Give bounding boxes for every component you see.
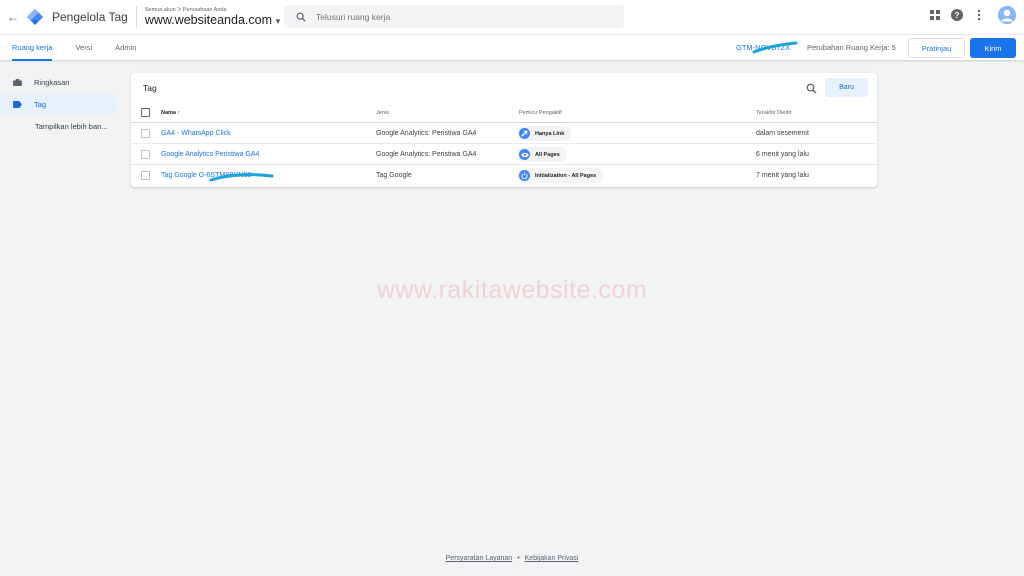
tag-type: Google Analytics: Peristiwa GA4 [376, 130, 477, 137]
tag-name-link[interactable]: Tag Google G-6STM8BKN83 [161, 172, 251, 179]
workspace-changes: Perubahan Ruang Kerja: 5 [807, 43, 896, 52]
container-id-link[interactable]: GTM-NOVB7ZX [736, 43, 790, 52]
power-icon [519, 170, 530, 181]
search-input[interactable] [316, 11, 596, 22]
last-edited: 6 menit yang lalu [756, 151, 809, 158]
footer: Persyaratan Layanan • Kebijakan Privasi [0, 555, 1024, 562]
link-icon [519, 128, 530, 139]
privacy-link[interactable]: Kebijakan Privasi [525, 555, 579, 562]
sidebar-item-label: Ringkasan [34, 78, 70, 87]
tab-versions[interactable]: Versi [75, 35, 92, 61]
table-row[interactable]: GA4 - WhatsApp Click Google Analytics: P… [131, 123, 877, 144]
footer-separator: • [517, 555, 520, 562]
sidebar-item-label: Tag [34, 100, 47, 109]
tags-card: Tag Baru Nama ↑ Jenis Pemicu Pengaktif T… [131, 73, 877, 187]
sort-arrow-icon: ↑ [177, 110, 181, 116]
briefcase-icon [13, 79, 22, 86]
sidebar-item-overview[interactable]: Ringkasan [0, 72, 120, 93]
eye-icon [519, 149, 530, 160]
last-edited: dalam sesemenit [756, 130, 809, 137]
workspace-changes-count: 5 [891, 43, 896, 52]
caret-down-icon: ▼ [274, 17, 282, 26]
help-icon[interactable]: ? [950, 8, 964, 22]
select-all-checkbox[interactable] [141, 108, 150, 117]
sidebar-item-tags[interactable]: Tag [0, 94, 118, 115]
row-checkbox[interactable] [141, 150, 150, 159]
tab-admin[interactable]: Admin [115, 35, 136, 61]
tab-workspace[interactable]: Ruang kerja [12, 35, 53, 61]
column-header-edited[interactable]: Terakhir Diedit [756, 110, 791, 116]
preview-button[interactable]: Pratinjau [908, 38, 965, 58]
trigger-label: Initialization - All Pages [535, 172, 597, 179]
search-icon [296, 12, 306, 22]
back-arrow-icon[interactable]: ← [4, 10, 22, 24]
tag-name-link[interactable]: Google Analytics Peristiwa GA4 [161, 151, 259, 158]
search-icon[interactable] [806, 83, 817, 94]
sidebar: Ringkasan Tag Tampilkan lebih ban... [0, 72, 120, 138]
column-header-type[interactable]: Jenis [376, 110, 389, 116]
trigger-chip[interactable]: Initialization - All Pages [517, 168, 604, 183]
account-selector[interactable]: Semua akun ᐳ Perusahaan Anda www.website… [145, 7, 282, 27]
submit-button[interactable]: Kirim [970, 38, 1016, 58]
tag-manager-logo [26, 8, 44, 26]
container-name[interactable]: www.websiteanda.com ▼ [145, 13, 282, 27]
column-header-name[interactable]: Nama ↑ [161, 110, 180, 116]
trigger-label: Hanya Link [535, 130, 565, 137]
trigger-label: All Pages [535, 151, 560, 158]
new-tag-button[interactable]: Baru [825, 78, 868, 97]
row-checkbox[interactable] [141, 171, 150, 180]
row-checkbox[interactable] [141, 129, 150, 138]
account-avatar[interactable] [998, 6, 1016, 24]
workspace-tabs: Ruang kerja Versi Admin [12, 35, 159, 61]
svg-text:?: ? [955, 11, 960, 20]
tag-type: Tag Google [376, 172, 412, 179]
tag-name-link[interactable]: GA4 - WhatsApp Click [161, 130, 231, 137]
table-row[interactable]: Google Analytics Peristiwa GA4 Google An… [131, 144, 877, 165]
last-edited: 7 menit yang lalu [756, 172, 809, 179]
card-title: Tag [143, 83, 157, 93]
header-actions: ? [928, 6, 1016, 24]
more-vert-icon[interactable] [972, 8, 986, 22]
watermark: www.rakitawebsite.com [376, 276, 648, 304]
trigger-chip[interactable]: All Pages [517, 147, 567, 162]
tag-icon [13, 101, 22, 108]
top-app-bar: ← Pengelola Tag Semua akun ᐳ Perusahaan … [0, 0, 1024, 34]
table-row[interactable]: Tag Google G-6STM8BKN83 Tag Google Initi… [131, 165, 877, 186]
table-header: Nama ↑ Jenis Pemicu Pengaktif Terakhir D… [131, 104, 877, 123]
workspace-search-bar[interactable] [284, 5, 624, 28]
terms-link[interactable]: Persyaratan Layanan [446, 555, 513, 562]
column-header-trigger[interactable]: Pemicu Pengaktif [519, 110, 562, 116]
tag-type: Google Analytics: Peristiwa GA4 [376, 151, 477, 158]
workspace-bar: Ruang kerja Versi Admin GTM-NOVB7ZX Peru… [0, 34, 1024, 61]
trigger-chip[interactable]: Hanya Link [517, 126, 572, 141]
header-divider [135, 6, 137, 28]
sidebar-show-more[interactable]: Tampilkan lebih ban... [0, 116, 120, 137]
apps-grid-icon[interactable] [928, 8, 942, 22]
app-title: Pengelola Tag [52, 10, 128, 24]
